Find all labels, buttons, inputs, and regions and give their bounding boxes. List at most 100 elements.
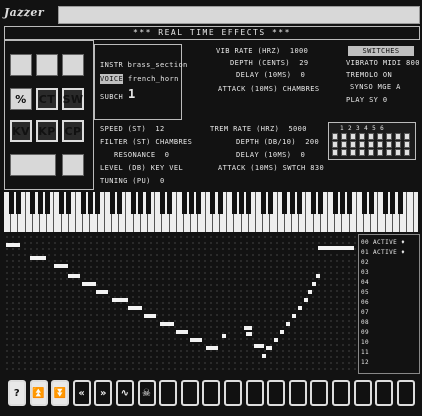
black-key[interactable] <box>37 192 43 214</box>
note-event[interactable] <box>190 338 202 342</box>
vib-depth[interactable]: DEPTH (CENTS) 29 <box>230 58 308 68</box>
black-key[interactable] <box>87 192 93 214</box>
matrix-cell[interactable] <box>368 149 374 156</box>
note-event[interactable] <box>54 264 68 268</box>
black-key[interactable] <box>131 192 137 214</box>
vib-delay[interactable]: DELAY (10MS) 0 <box>236 70 305 80</box>
black-key[interactable] <box>8 192 14 214</box>
note-event[interactable] <box>316 274 320 278</box>
black-key[interactable] <box>15 192 21 214</box>
black-key[interactable] <box>210 192 216 214</box>
matrix-cell[interactable] <box>377 149 383 156</box>
note-event[interactable] <box>68 274 80 278</box>
note-event[interactable] <box>206 346 218 350</box>
vib-rate[interactable]: VIB RATE (HRZ) 1000 <box>216 46 308 56</box>
trem-rate[interactable]: TREM RATE (HRZ) 5000 <box>210 124 307 134</box>
black-key[interactable] <box>195 192 201 214</box>
black-key[interactable] <box>138 192 144 214</box>
tuning-setting[interactable]: TUNING (PU) 0 <box>100 176 165 186</box>
note-event[interactable] <box>292 314 296 318</box>
matrix-cell[interactable] <box>377 141 383 148</box>
note-event[interactable] <box>112 298 128 302</box>
note-event[interactable] <box>318 246 354 250</box>
black-key[interactable] <box>383 192 389 214</box>
trem-attack[interactable]: ATTACK (10MS) SWTCH 830 <box>218 163 324 173</box>
switch-synso[interactable]: SYNSO MGE A <box>350 82 401 92</box>
speed-setting[interactable]: SPEED (ST) 12 <box>100 124 165 134</box>
black-key[interactable] <box>339 192 345 214</box>
channel-row[interactable]: 02 <box>361 259 369 267</box>
matrix-cell[interactable] <box>395 149 401 156</box>
note-event[interactable] <box>280 330 284 334</box>
matrix-cell[interactable] <box>386 149 392 156</box>
black-key[interactable] <box>167 192 173 214</box>
black-key[interactable] <box>368 192 374 214</box>
channel-row[interactable]: 10 <box>361 339 369 347</box>
note-event[interactable] <box>246 332 252 336</box>
matrix-cell[interactable] <box>368 141 374 148</box>
note-event[interactable] <box>128 306 142 310</box>
matrix-cell[interactable] <box>350 149 356 156</box>
subch-value[interactable]: 1 <box>128 88 136 100</box>
black-key[interactable] <box>181 192 187 214</box>
rewind-button[interactable]: « <box>72 380 91 406</box>
face-icon[interactable] <box>36 54 58 76</box>
black-key[interactable] <box>397 192 403 214</box>
black-key[interactable] <box>296 192 302 214</box>
note-grid[interactable] <box>4 234 356 372</box>
kp-button[interactable]: KP <box>36 120 58 142</box>
switch-vibrato[interactable]: VIBRATO MIDI 800 <box>346 58 420 68</box>
empty-slot-button[interactable] <box>353 380 372 406</box>
note-event[interactable] <box>298 306 302 310</box>
black-key[interactable] <box>217 192 223 214</box>
matrix-cell[interactable] <box>368 133 374 140</box>
note-event[interactable] <box>30 256 46 260</box>
help-button[interactable]: ? <box>8 380 26 406</box>
sw-button[interactable]: SW <box>62 88 84 110</box>
black-key[interactable] <box>267 192 273 214</box>
scroll-up-button[interactable]: ⏫ <box>29 380 48 406</box>
black-key[interactable] <box>59 192 65 214</box>
channel-list[interactable]: 00 ACTIVE ♦ 01 ACTIVE ♦ 02 03 04 05 06 07 08 09 10… <box>358 234 420 374</box>
matrix-cell[interactable] <box>395 133 401 140</box>
empty-slot-button[interactable] <box>202 380 221 406</box>
empty-slot-button[interactable] <box>375 380 394 406</box>
channel-row[interactable]: 01 ACTIVE ♦ <box>361 249 405 257</box>
matrix-cell[interactable] <box>404 133 410 140</box>
black-key[interactable] <box>289 192 295 214</box>
black-key[interactable] <box>44 192 50 214</box>
black-key[interactable] <box>159 192 165 214</box>
black-key[interactable] <box>246 192 252 214</box>
black-key[interactable] <box>66 192 72 214</box>
channel-row[interactable]: 08 <box>361 319 369 327</box>
voice-value[interactable]: french_horn <box>128 74 179 84</box>
empty-slot-button[interactable] <box>396 380 415 406</box>
matrix-cell[interactable] <box>359 141 365 148</box>
black-key[interactable] <box>80 192 86 214</box>
empty-slot-button[interactable] <box>310 380 329 406</box>
forward-button[interactable]: » <box>94 380 113 406</box>
note-event[interactable] <box>312 282 316 286</box>
blank-icon[interactable] <box>62 54 84 76</box>
vib-attack[interactable]: ATTACK (10MS) CHAMBRES <box>218 84 320 94</box>
note-event[interactable] <box>96 290 108 294</box>
matrix-cell[interactable] <box>377 133 383 140</box>
matrix-cell[interactable] <box>332 149 338 156</box>
disk-icon[interactable] <box>10 54 32 76</box>
black-key[interactable] <box>347 192 353 214</box>
matrix-cell[interactable] <box>404 141 410 148</box>
empty-slot-button[interactable] <box>267 380 286 406</box>
black-key[interactable] <box>145 192 151 214</box>
note-event[interactable] <box>244 326 252 330</box>
black-key[interactable] <box>282 192 288 214</box>
white-key[interactable] <box>407 192 415 232</box>
wave-button[interactable]: ∿ <box>116 380 134 406</box>
resonance-setting[interactable]: RESONANCE 0 <box>114 150 169 160</box>
instrument-line[interactable]: INSTR brass_section <box>100 60 188 70</box>
matrix-cell[interactable] <box>350 133 356 140</box>
black-key[interactable] <box>188 192 194 214</box>
cursor-keys-icon[interactable] <box>10 154 56 176</box>
black-key[interactable] <box>109 192 115 214</box>
matrix-cell[interactable] <box>404 149 410 156</box>
note-event[interactable] <box>6 243 20 247</box>
